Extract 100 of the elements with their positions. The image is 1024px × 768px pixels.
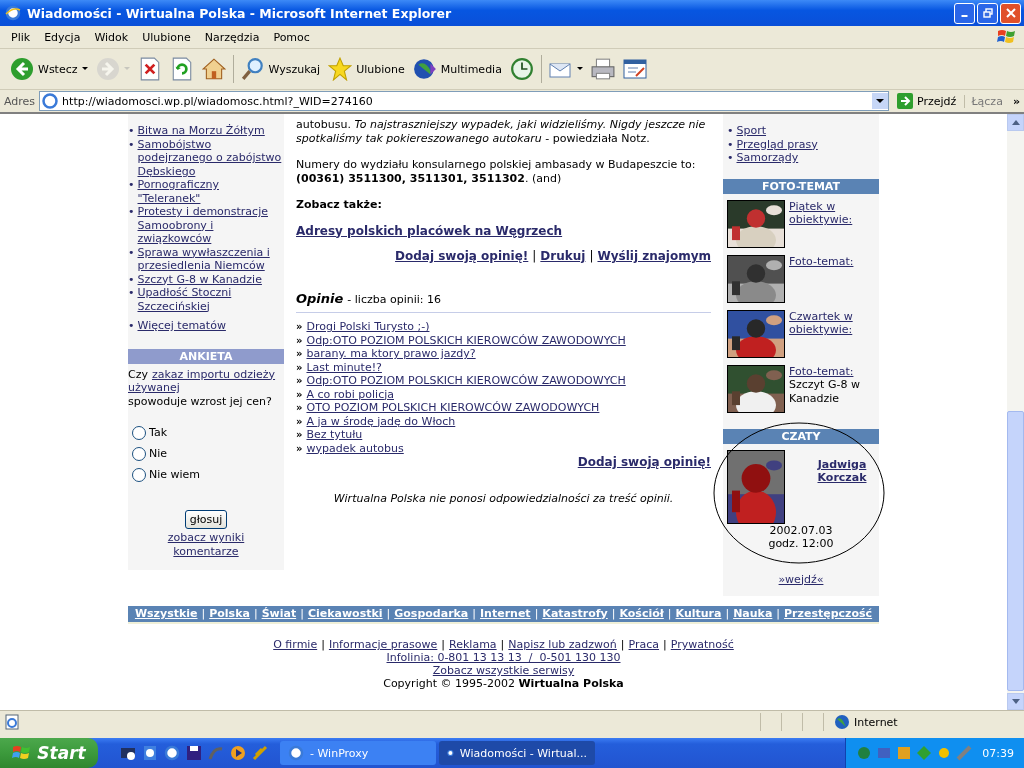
app-icon[interactable]: [120, 745, 136, 761]
floppy-icon[interactable]: [186, 745, 202, 761]
category-link[interactable]: Przestępczość: [784, 607, 873, 620]
hotline-link[interactable]: Infolinia: 0-801 13 13 13 / 0-501 130 130: [386, 651, 621, 664]
radio-button[interactable]: [132, 447, 146, 461]
action-link[interactable]: Wyślij znajomym: [597, 249, 711, 263]
opinion-link[interactable]: Last minute!?: [306, 360, 382, 374]
photo-link[interactable]: Czwartek w obiektywie:: [789, 309, 879, 337]
category-link[interactable]: Polska: [209, 607, 250, 620]
photo-link[interactable]: Piątek w obiektywie:: [789, 199, 879, 227]
separator: |: [725, 607, 730, 620]
category-link[interactable]: Świat: [261, 607, 297, 620]
marker: »: [296, 321, 303, 332]
category-link[interactable]: Katastrofy: [542, 607, 608, 620]
favorites-button[interactable]: Ulubione: [324, 55, 409, 83]
category-link[interactable]: Kultura: [675, 607, 722, 620]
opinion-link[interactable]: A ja w środę jadę do Włoch: [306, 414, 456, 428]
minimize-button[interactable]: [954, 2, 975, 24]
opinion-link[interactable]: Bez tytułu: [306, 428, 363, 441]
option-label: Nie: [149, 447, 168, 461]
footer-link[interactable]: Napisz lub zadzwoń: [508, 638, 617, 651]
topic-link[interactable]: Upadłość Stoczni Szczecińskiej: [137, 286, 284, 313]
photo-link[interactable]: Foto-temat:: [789, 254, 854, 268]
add-opinion-link[interactable]: Dodaj swoją opinię!: [577, 455, 711, 469]
links-label[interactable]: Łącza: [964, 94, 1009, 108]
topic-link[interactable]: Protesty i demonstracje Samoobrony i związkowców: [137, 205, 284, 246]
results-link[interactable]: zobacz wyniki komentarze: [156, 531, 256, 558]
topic-link[interactable]: Bitwa na Morzu Żółtym: [137, 124, 265, 138]
topic-link[interactable]: Sprawa wywłaszczenia i przesiedlenia Niemców: [137, 245, 284, 273]
action-link[interactable]: Drukuj: [540, 249, 586, 263]
browser-icon: [5, 5, 21, 21]
disclaimer: Wirtualna Polska nie ponosi odpowiedzialności za treść opinii.: [332, 491, 675, 505]
app-icon[interactable]: [142, 745, 158, 761]
section-link[interactable]: Samorządy: [736, 151, 799, 165]
action-link[interactable]: Dodaj swoją opinię!: [395, 249, 529, 263]
vote-button[interactable]: głosuj: [184, 510, 228, 529]
restore-button[interactable]: [977, 2, 998, 24]
opinion-link[interactable]: barany. ma ktory prawo jazdy?: [306, 347, 476, 360]
browser-icon[interactable]: [164, 745, 180, 761]
category-link[interactable]: Ciekawostki: [307, 607, 383, 620]
up-arrow-icon: [1011, 120, 1020, 125]
clock: 07:39: [982, 746, 1014, 760]
address-field[interactable]: http://wiadomosci.wp.pl/wiadomosc.html?_WID=274160: [39, 91, 890, 111]
menu-item[interactable]: Pomoc: [266, 30, 317, 44]
chat-host-link[interactable]: Jadwiga Korczak: [805, 457, 879, 485]
menu-item[interactable]: Narzędzia: [197, 30, 267, 44]
section-link[interactable]: Sport: [736, 124, 767, 138]
category-link[interactable]: Wszystkie: [134, 607, 198, 620]
page-icon: [42, 93, 59, 109]
opinion-link[interactable]: OTO POZIOM POLSKICH KIEROWCÓW ZAWODOWYCH: [306, 401, 600, 414]
menu-item[interactable]: Plik: [4, 30, 38, 44]
poll-topic-link[interactable]: zakaz importu odzieży: [151, 367, 276, 381]
taskbar-button[interactable]: - WinProxy: [280, 741, 436, 765]
all-services-link[interactable]: Zobacz wszystkie serwisy: [432, 664, 575, 677]
category-link[interactable]: Gospodarka: [394, 607, 469, 620]
option-label: Tak: [149, 426, 167, 440]
opinion-link[interactable]: wypadek autobus: [306, 441, 404, 455]
scrollbar[interactable]: [1007, 114, 1024, 710]
topic-link[interactable]: Szczyt G-8 w Kanadzie: [137, 272, 262, 286]
scroll-up-button[interactable]: [1007, 114, 1024, 131]
dropdown-button[interactable]: [872, 93, 889, 109]
go-button[interactable]: Przejdź: [893, 93, 961, 109]
footer-link[interactable]: O firmie: [273, 638, 318, 651]
search-button[interactable]: Wyszukaj: [236, 55, 325, 83]
clock-icon: [509, 57, 534, 81]
taskbar-button[interactable]: Wiadomości - Wirtual...: [439, 741, 595, 765]
topic-link[interactable]: Samobójstwo podejrzanego o zabójstwo Dębskiego: [137, 137, 284, 178]
footer-link[interactable]: Reklama: [449, 638, 497, 651]
chevron-button[interactable]: »: [1012, 94, 1020, 108]
media-button[interactable]: Multimedia: [408, 55, 506, 83]
menu-item[interactable]: Ulubione: [135, 30, 198, 44]
more-topics-link[interactable]: Więcej tematów: [137, 319, 226, 333]
section-link[interactable]: Przegląd prasy: [736, 137, 818, 151]
start-button[interactable]: Start: [0, 738, 98, 768]
opinion-link[interactable]: A co robi policja: [306, 387, 394, 401]
close-button[interactable]: [1000, 2, 1021, 24]
footer-link[interactable]: Informacje prasowe: [328, 638, 438, 651]
poll-topic-link[interactable]: używanej: [128, 381, 284, 395]
enter-chat-link[interactable]: »wejdź«: [778, 572, 824, 586]
menu-item[interactable]: Widok: [87, 30, 136, 44]
article-paragraph: autobusu. To najstraszniejszy wypadek, jaki widzieliśmy. Nigdy jeszcze nie spotkaliśmy tak pokiereszowanego autokaru - powiedziała Notz.: [296, 118, 707, 145]
category-link[interactable]: Nauka: [733, 607, 773, 620]
footer-link[interactable]: Praca: [628, 638, 660, 651]
back-button[interactable]: Wstecz: [6, 55, 92, 83]
topic-link[interactable]: Pornograficzny "Teleranek": [137, 178, 284, 205]
media-player-icon[interactable]: [230, 745, 246, 761]
separator: |: [589, 249, 594, 263]
footer-link[interactable]: Prywatność: [670, 638, 734, 651]
opinion-link[interactable]: Odp:OTO POZIOM POLSKICH KIEROWCÓW ZAWODOWYCH: [306, 374, 626, 387]
opinion-link[interactable]: Odp:OTO POZIOM POLSKICH KIEROWCÓW ZAWODOWYCH: [306, 333, 626, 347]
menu-item[interactable]: Edycja: [37, 30, 88, 44]
photo-link[interactable]: Foto-temat:: [789, 364, 879, 378]
scroll-down-button[interactable]: [1007, 693, 1024, 710]
see-also-link[interactable]: Adresy polskich placówek na Węgrzech: [296, 223, 563, 238]
radio-button[interactable]: [132, 468, 146, 482]
category-link[interactable]: Kościół: [619, 607, 664, 620]
category-link[interactable]: Internet: [480, 607, 531, 620]
scroll-thumb[interactable]: [1007, 411, 1024, 691]
opinion-link[interactable]: Drogi Polski Turysto ;-): [306, 320, 430, 333]
radio-button[interactable]: [132, 426, 146, 440]
